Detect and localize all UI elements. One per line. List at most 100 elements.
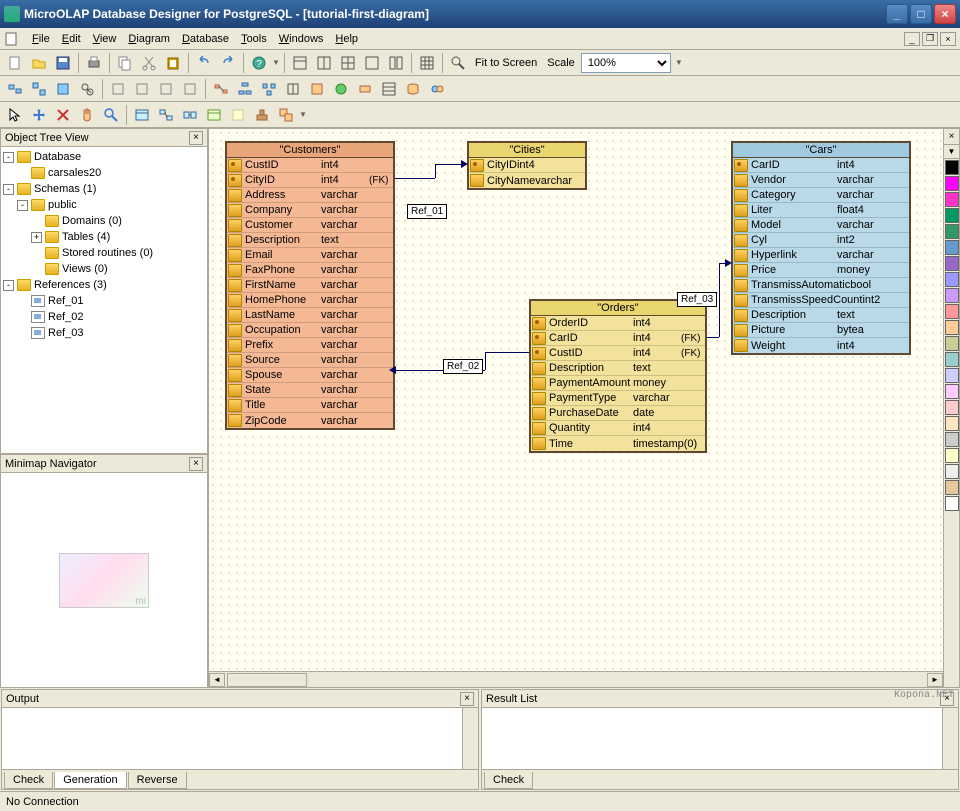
- color-swatch[interactable]: [945, 480, 959, 495]
- output-scrollbar[interactable]: [462, 708, 478, 769]
- output-body[interactable]: [2, 708, 478, 769]
- tb2-btn-9[interactable]: [210, 78, 232, 100]
- menu-windows[interactable]: Windows: [273, 31, 330, 47]
- tb2-btn-16[interactable]: [378, 78, 400, 100]
- table-header[interactable]: "Cities": [469, 143, 585, 158]
- tb2-btn-1[interactable]: [4, 78, 26, 100]
- scroll-thumb-h[interactable]: [227, 673, 307, 687]
- color-swatch[interactable]: [945, 208, 959, 223]
- table-column-row[interactable]: CityIDint4: [469, 158, 585, 173]
- output-tab-check[interactable]: Check: [4, 772, 53, 789]
- table-column-row[interactable]: FirstNamevarchar: [227, 278, 393, 293]
- minimap-close-button[interactable]: ×: [189, 457, 203, 471]
- table-column-row[interactable]: Descriptiontext: [531, 361, 705, 376]
- group-tool[interactable]: [275, 104, 297, 126]
- color-swatch[interactable]: [945, 368, 959, 383]
- move-tool[interactable]: [28, 104, 50, 126]
- color-swatch[interactable]: [945, 432, 959, 447]
- table-column-row[interactable]: Timetimestamp(0): [531, 436, 705, 451]
- tree-public[interactable]: public: [48, 199, 77, 211]
- tb2-btn-15[interactable]: [354, 78, 376, 100]
- table-column-row[interactable]: Cylint2: [733, 233, 909, 248]
- color-swatch[interactable]: [945, 352, 959, 367]
- color-swatch[interactable]: [945, 256, 959, 271]
- color-swatch[interactable]: [945, 400, 959, 415]
- color-swatch[interactable]: [945, 224, 959, 239]
- maximize-button[interactable]: □: [910, 4, 932, 24]
- color-swatch[interactable]: [945, 272, 959, 287]
- tb2-btn-14[interactable]: [330, 78, 352, 100]
- table-column-row[interactable]: Occupationvarchar: [227, 323, 393, 338]
- tree-ref-03[interactable]: Ref_03: [48, 327, 83, 339]
- scroll-right-button[interactable]: ►: [927, 673, 943, 687]
- tb2-btn-7[interactable]: [155, 78, 177, 100]
- menu-tools[interactable]: Tools: [235, 31, 273, 47]
- table-cities[interactable]: "Cities"CityIDint4CityNamevarchar: [467, 141, 587, 190]
- table-column-row[interactable]: Addressvarchar: [227, 188, 393, 203]
- tb2-find-btn[interactable]: [76, 78, 98, 100]
- tree-schemas[interactable]: Schemas (1): [34, 183, 96, 195]
- table-column-row[interactable]: Descriptiontext: [227, 233, 393, 248]
- table-column-row[interactable]: Vendorvarchar: [733, 173, 909, 188]
- reference-label[interactable]: Ref_03: [677, 292, 717, 307]
- result-scrollbar[interactable]: [942, 708, 958, 769]
- palette-down-button[interactable]: ▼: [944, 145, 959, 159]
- table-column-row[interactable]: Customervarchar: [227, 218, 393, 233]
- diagram-canvas[interactable]: "Customers"CustIDint4CityIDint4(FK)Addre…: [209, 129, 943, 671]
- color-swatch[interactable]: [945, 160, 959, 175]
- menu-database[interactable]: Database: [176, 31, 235, 47]
- table-tool[interactable]: [131, 104, 153, 126]
- open-button[interactable]: [28, 52, 50, 74]
- expand-toggle[interactable]: -: [17, 200, 28, 211]
- canvas-scrollbar-h[interactable]: ◄ ►: [209, 671, 943, 687]
- reference-label[interactable]: Ref_01: [407, 204, 447, 219]
- table-column-row[interactable]: CustIDint4: [227, 158, 393, 173]
- table-column-row[interactable]: Hyperlinkvarchar: [733, 248, 909, 263]
- output-close-button[interactable]: ×: [460, 692, 474, 706]
- tree-references[interactable]: References (3): [34, 279, 107, 291]
- table-column-row[interactable]: Prefixvarchar: [227, 338, 393, 353]
- menu-help[interactable]: Help: [329, 31, 364, 47]
- table-customers[interactable]: "Customers"CustIDint4CityIDint4(FK)Addre…: [225, 141, 395, 430]
- expand-toggle[interactable]: +: [31, 232, 42, 243]
- zoom-button[interactable]: [447, 52, 469, 74]
- tb2-btn-3[interactable]: [52, 78, 74, 100]
- tb2-btn-13[interactable]: [306, 78, 328, 100]
- note-tool[interactable]: [227, 104, 249, 126]
- table-column-row[interactable]: Titlevarchar: [227, 398, 393, 413]
- view-mode-3[interactable]: [337, 52, 359, 74]
- view-mode-4[interactable]: [361, 52, 383, 74]
- stamp-tool[interactable]: [251, 104, 273, 126]
- table-column-row[interactable]: Statevarchar: [227, 383, 393, 398]
- minimap-body[interactable]: [1, 473, 207, 687]
- minimize-button[interactable]: _: [886, 4, 908, 24]
- result-body[interactable]: [482, 708, 958, 769]
- scale-select[interactable]: 100%: [581, 53, 671, 73]
- table-column-row[interactable]: Modelvarchar: [733, 218, 909, 233]
- tb2-btn-18[interactable]: [426, 78, 448, 100]
- object-tree[interactable]: -Database carsales20 -Schemas (1) -publi…: [1, 147, 207, 453]
- menu-diagram[interactable]: Diagram: [122, 31, 176, 47]
- color-swatch[interactable]: [945, 496, 959, 511]
- expand-toggle[interactable]: -: [3, 152, 14, 163]
- color-swatch[interactable]: [945, 304, 959, 319]
- tb2-btn-12[interactable]: [282, 78, 304, 100]
- save-button[interactable]: [52, 52, 74, 74]
- tb2-btn-17[interactable]: [402, 78, 424, 100]
- view-mode-1[interactable]: [289, 52, 311, 74]
- table-column-row[interactable]: Emailvarchar: [227, 248, 393, 263]
- table-column-row[interactable]: HomePhonevarchar: [227, 293, 393, 308]
- color-swatch[interactable]: [945, 464, 959, 479]
- tree-database[interactable]: Database: [34, 151, 81, 163]
- copy-button[interactable]: [114, 52, 136, 74]
- table-column-row[interactable]: PurchaseDatedate: [531, 406, 705, 421]
- table-column-row[interactable]: Sourcevarchar: [227, 353, 393, 368]
- color-swatch[interactable]: [945, 384, 959, 399]
- hand-tool[interactable]: [76, 104, 98, 126]
- color-swatch[interactable]: [945, 176, 959, 191]
- table-column-row[interactable]: Companyvarchar: [227, 203, 393, 218]
- paste-button[interactable]: [162, 52, 184, 74]
- tree-stored[interactable]: Stored routines (0): [62, 247, 153, 259]
- relation-tool-1[interactable]: [155, 104, 177, 126]
- table-column-row[interactable]: PaymentTypevarchar: [531, 391, 705, 406]
